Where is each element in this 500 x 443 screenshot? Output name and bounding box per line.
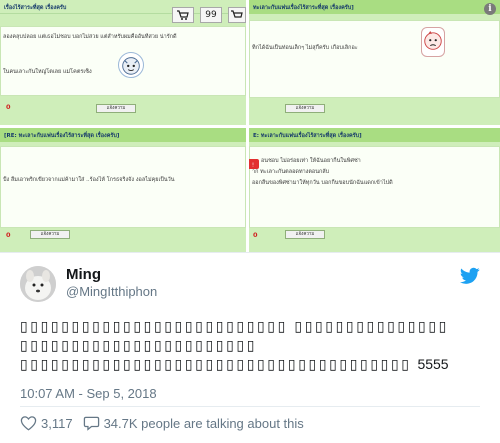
report-button[interactable]: แจ้งความ (30, 230, 70, 239)
quote-button[interactable]: 99 (200, 7, 222, 23)
post-line: ในคนเลาะกันใหญ่โตเลย แม่โคตรเซ็ง (3, 69, 92, 75)
conversation-button[interactable]: 34.7K people are talking about this (83, 415, 304, 431)
avatar[interactable] (20, 266, 56, 302)
panel-title: ทะเลาะกับแฟนเรื่องไร้สาระที่สุด เรื่องคร… (249, 0, 500, 14)
post-counter: 0 (6, 103, 11, 111)
user-handle[interactable]: @MingItthiphon (66, 284, 157, 299)
forum-panel-3: [RE: ทะเลาะกับแฟนเรื่องไร้สาระที่สุด เรื… (0, 128, 246, 252)
tweet-text: ▯▯▯▯▯▯▯▯▯▯▯▯▯▯▯▯▯▯▯▯▯▯▯▯▯▯ ▯▯▯▯▯▯▯▯▯▯▯▯▯… (20, 317, 460, 374)
panel-title: [RE: ทะเลาะกับแฟนเรื่องไร้สาระที่สุด เรื… (0, 128, 246, 142)
tweet-text-suffix: 5555 (417, 356, 449, 372)
info-icon[interactable]: i (484, 3, 496, 15)
post-line: ออกลืนของพิศซ่ามาให้ทุกวัน บอกกิ้นขอบนัก… (252, 180, 393, 186)
tweet-text-line: ▯▯▯▯▯▯▯▯▯▯▯▯▯▯▯▯▯▯▯▯▯▯▯ (20, 337, 257, 353)
like-button[interactable]: 3,117 (20, 415, 73, 431)
tweet-card: Ming @MingItthiphon ▯▯▯▯▯▯▯▯▯▯▯▯▯▯▯▯▯▯▯▯… (0, 252, 500, 443)
talking-count: 34.7K people are talking about this (103, 415, 304, 431)
report-button[interactable]: แจ้งความ (96, 104, 136, 113)
post-line: าก ทะเลาะกันตลอดทางตอนกลับ (252, 169, 330, 175)
forum-screenshot-collage: เรื่องไร้สาระที่สุด เรื่องครับ 99 ลองคลุ… (0, 0, 500, 252)
panel-title: E: ทะเลาะกับแฟนเรื่องไร้สาระที่สุด เรื่อ… (249, 128, 500, 142)
post-line: ท็กได้ฉันเป็นท่อนเล็กๆ ไม่สุกี้ครับ เกือ… (252, 45, 358, 51)
post-line: ปั้ง ลืมเอาพริกเขียวจากแม่ค้ามาใส่ ..ร้อ… (3, 177, 175, 183)
tweet-actions: 3,117 34.7K people are talking about thi… (20, 413, 314, 433)
heart-icon (20, 416, 37, 431)
divider (20, 406, 480, 407)
tweet-text-line: ▯▯▯▯▯▯▯▯▯▯▯▯▯▯▯▯▯▯▯▯▯▯▯▯▯▯▯▯▯▯▯▯▯▯▯▯▯▯ (20, 356, 412, 372)
tweet-timestamp[interactable]: 10:07 AM - Sep 5, 2018 (20, 386, 157, 401)
post-counter: 0 (253, 231, 258, 239)
forum-panel-4: E: ทะเลาะกับแฟนเรื่องไร้สาระที่สุด เรื่อ… (249, 128, 500, 252)
cart-icon-button-2[interactable] (228, 7, 246, 23)
post-line: อนชอบ ไม่อร่อยเท่า ให้ฉันอยากิ้นในพิศซ่า (261, 158, 361, 164)
forum-panel-1: เรื่องไร้สาระที่สุด เรื่องครับ 99 ลองคลุ… (0, 0, 246, 125)
forum-panel-2: ทะเลาะกับแฟนเรื่องไร้สาระที่สุด เรื่องคร… (249, 0, 500, 125)
post-counter: 0 (6, 231, 11, 239)
post-line: ลองคลุบปลอย แต่เธอไม่ชอบ บอกไม่สวย แต่สำ… (3, 34, 177, 40)
crying-emoticon-icon (421, 27, 445, 57)
twitter-bird-icon[interactable] (460, 267, 480, 285)
cat-emoticon-icon (118, 52, 144, 78)
display-name[interactable]: Ming (66, 266, 101, 283)
tweet-text-line: ▯▯▯▯▯▯▯▯▯▯▯▯▯▯▯▯▯▯▯▯▯▯▯▯▯▯ ▯▯▯▯▯▯▯▯▯▯▯▯▯… (20, 318, 449, 334)
like-count: 3,117 (41, 415, 73, 431)
new-badge-icon: ! (249, 155, 259, 169)
cart-icon-button[interactable] (172, 7, 194, 23)
post-body (249, 20, 500, 98)
reply-bubble-icon (83, 416, 99, 431)
report-button[interactable]: แจ้งความ (285, 104, 325, 113)
post-body (0, 146, 246, 228)
report-button[interactable]: แจ้งความ (285, 230, 325, 239)
